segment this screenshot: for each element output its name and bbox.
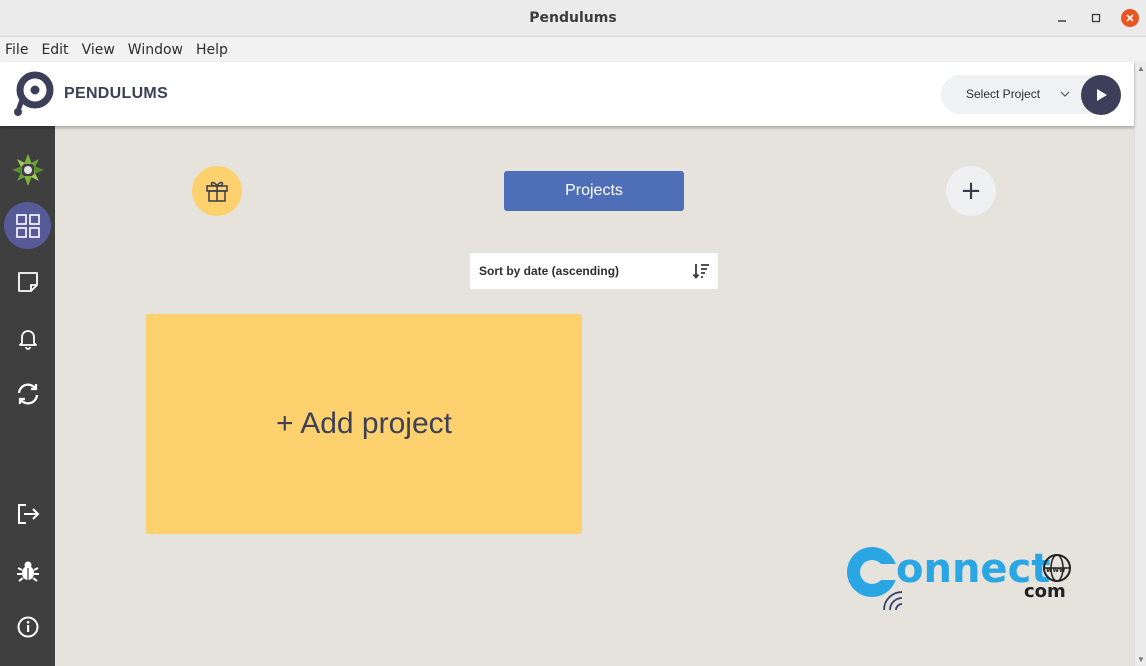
bug-icon xyxy=(16,561,39,582)
minimize-icon xyxy=(1058,20,1066,22)
menu-window[interactable]: Window xyxy=(128,42,183,58)
pendulums-logo-icon xyxy=(14,71,54,116)
minimize-button[interactable] xyxy=(1053,9,1071,27)
maximize-button[interactable] xyxy=(1087,9,1105,27)
window-titlebar: Pendulums xyxy=(0,0,1146,37)
sidebar xyxy=(0,126,55,666)
sidebar-item-bug-report[interactable] xyxy=(4,547,51,594)
window-title: Pendulums xyxy=(529,10,617,26)
sidebar-item-logout[interactable] xyxy=(4,490,51,537)
sync-icon xyxy=(17,383,38,404)
close-button[interactable] xyxy=(1121,9,1139,27)
menu-edit[interactable]: Edit xyxy=(41,42,68,58)
app-header: PENDULUMS Select Project xyxy=(0,62,1134,126)
menu-help[interactable]: Help xyxy=(196,42,228,58)
app-logo-icon xyxy=(11,153,44,186)
connect-watermark-logo: onnect www com xyxy=(847,546,1071,611)
sort-descending-icon xyxy=(692,264,709,279)
sidebar-item-projects[interactable] xyxy=(4,202,51,249)
menu-file[interactable]: File xyxy=(5,42,28,58)
sidebar-item-notifications[interactable] xyxy=(4,314,51,361)
sort-select[interactable]: Sort by date (ascending) xyxy=(470,253,718,289)
gift-icon xyxy=(206,181,228,202)
start-timer-button[interactable] xyxy=(1081,75,1121,115)
bell-icon xyxy=(18,329,37,350)
sidebar-item-notes[interactable] xyxy=(4,258,51,305)
play-icon xyxy=(1097,89,1107,101)
brand-name: PENDULUMS xyxy=(64,85,169,102)
chevron-down-icon xyxy=(1060,91,1070,97)
sidebar-item-sync[interactable] xyxy=(4,370,51,417)
sidebar-item-app[interactable] xyxy=(4,146,51,193)
gift-button[interactable] xyxy=(192,166,242,216)
watermark-www: www xyxy=(1046,566,1066,574)
add-button[interactable]: + xyxy=(946,166,996,216)
scroll-down-icon[interactable]: ▼ xyxy=(1137,655,1145,664)
info-icon xyxy=(17,616,38,637)
plus-icon: + xyxy=(960,176,982,206)
logout-icon xyxy=(17,503,39,524)
scroll-up-icon[interactable]: ▲ xyxy=(1137,64,1145,73)
menu-bar: File Edit View Window Help xyxy=(0,37,1146,62)
sort-label: Sort by date (ascending) xyxy=(479,264,620,278)
menu-view[interactable]: View xyxy=(82,42,115,58)
project-select-label: Select Project xyxy=(966,87,1041,101)
watermark-suffix: com xyxy=(1024,581,1066,602)
sticky-note-icon xyxy=(17,271,38,292)
grid-icon xyxy=(15,213,40,238)
close-icon xyxy=(1126,14,1134,22)
projects-button[interactable]: Projects xyxy=(504,171,684,211)
sidebar-item-info[interactable] xyxy=(4,603,51,650)
maximize-icon xyxy=(1091,13,1101,23)
vertical-scrollbar[interactable]: ▲ ▼ xyxy=(1134,62,1146,666)
add-project-card[interactable]: + Add project xyxy=(146,314,582,534)
